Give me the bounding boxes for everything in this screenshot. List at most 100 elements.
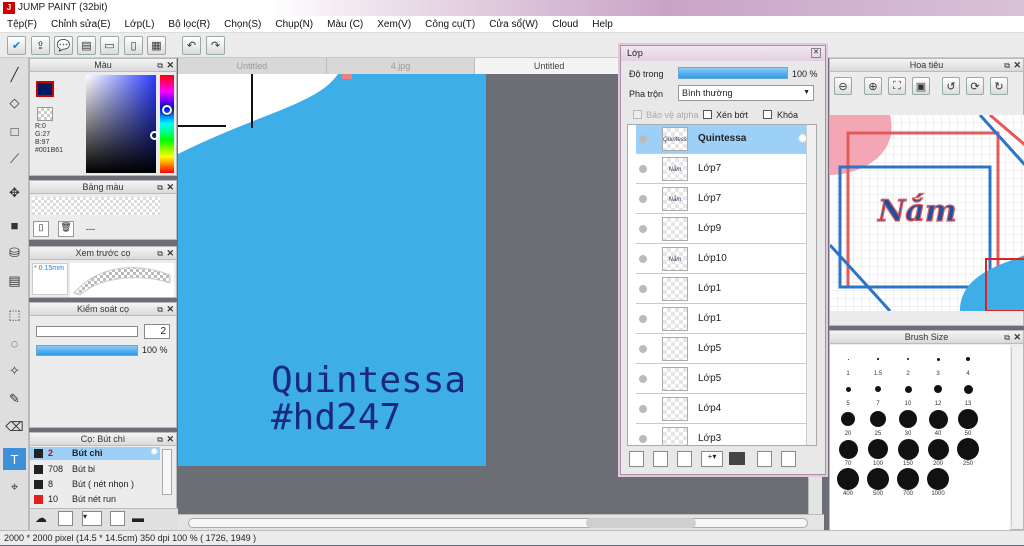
- new-text-layer-icon[interactable]: [677, 451, 692, 467]
- folder-icon[interactable]: ▬: [132, 511, 144, 525]
- layer-item[interactable]: Lớp9: [636, 215, 812, 244]
- tab-untitled-2[interactable]: Untitled: [475, 58, 625, 74]
- brush-size-preset[interactable]: [877, 358, 879, 360]
- brush-size-preset[interactable]: [904, 385, 912, 393]
- hue-slider[interactable]: [160, 75, 174, 173]
- layer-item[interactable]: Lớp3: [636, 425, 812, 445]
- eye-icon[interactable]: [639, 165, 647, 173]
- layer-item[interactable]: Nắm Lớp10: [636, 245, 812, 274]
- eye-icon[interactable]: [639, 345, 647, 353]
- tab-4jpg[interactable]: 4.jpg: [327, 58, 476, 74]
- protect-alpha-checkbox[interactable]: [633, 110, 642, 119]
- line-tool-icon[interactable]: ⟋: [3, 148, 26, 170]
- close-icon[interactable]: ✕: [166, 303, 174, 316]
- bucket-tool-icon[interactable]: ⛁: [3, 242, 26, 264]
- menu-tools[interactable]: Công cụ(T): [418, 19, 482, 30]
- close-icon[interactable]: ✕: [1013, 331, 1021, 344]
- eye-icon[interactable]: [639, 315, 647, 323]
- page-icon[interactable]: ▯: [124, 36, 143, 55]
- brush-size-preset[interactable]: [957, 438, 979, 460]
- layer-item[interactable]: Nắm Lớp7: [636, 185, 812, 214]
- brush-size-preset[interactable]: [899, 410, 917, 428]
- restore-icon[interactable]: ⧉: [157, 59, 163, 72]
- close-icon[interactable]: ✕: [166, 433, 174, 446]
- brush-size-preset[interactable]: [847, 358, 849, 360]
- brush-size-preset[interactable]: [963, 384, 973, 394]
- brush-opacity-slider[interactable]: [36, 345, 138, 356]
- layer-item[interactable]: Quintessa Quintessa ✹: [636, 125, 812, 154]
- layer-item[interactable]: Lớp5: [636, 335, 812, 364]
- brush-size-preset[interactable]: [936, 357, 940, 361]
- canvas-horizontal-scrollbar[interactable]: [178, 514, 824, 530]
- new-layer-icon[interactable]: [629, 451, 644, 467]
- select-pen-tool-icon[interactable]: ✎: [3, 388, 26, 410]
- brush-size-input[interactable]: 2: [144, 324, 170, 339]
- clip-checkbox[interactable]: [703, 110, 712, 119]
- brush-cloud-icon[interactable]: ☁: [35, 511, 47, 525]
- marquee-tool-icon[interactable]: ⬚: [3, 304, 26, 326]
- comment-icon[interactable]: ▤: [77, 36, 96, 55]
- menu-help[interactable]: Help: [585, 19, 620, 30]
- actual-size-icon[interactable]: ▣: [912, 77, 930, 95]
- speech-bubble-icon[interactable]: 💬: [54, 36, 73, 55]
- brush-size-preset[interactable]: [868, 439, 888, 459]
- restore-icon[interactable]: ⧉: [157, 303, 163, 316]
- gradient-tool-icon[interactable]: ▤: [3, 270, 26, 292]
- eye-icon[interactable]: [639, 405, 647, 413]
- brush-size-preset[interactable]: [867, 468, 889, 490]
- duplicate-layer-icon[interactable]: [757, 451, 772, 467]
- close-icon[interactable]: ✕: [811, 48, 821, 58]
- brush-name[interactable]: Bút ( nét nhọn ): [72, 479, 134, 489]
- menu-edit[interactable]: Chỉnh sửa(E): [44, 19, 118, 30]
- brush-name[interactable]: Bút bi: [72, 464, 95, 474]
- menu-cloud[interactable]: Cloud: [545, 19, 585, 30]
- undo-icon[interactable]: ↶: [182, 36, 201, 55]
- saturation-value-picker[interactable]: [86, 75, 156, 173]
- brush-size-preset[interactable]: [897, 468, 919, 490]
- brush-size-preset[interactable]: [838, 439, 858, 459]
- brush-size-preset[interactable]: [927, 438, 949, 460]
- brush-size-preset[interactable]: [841, 412, 855, 426]
- new-swatch-icon[interactable]: ▯: [33, 221, 49, 237]
- zoom-out-icon[interactable]: ⊖: [834, 77, 852, 95]
- gear-icon[interactable]: ✹: [150, 447, 158, 458]
- eye-icon[interactable]: [639, 255, 647, 263]
- swatch-grid[interactable]: [32, 197, 160, 215]
- copy-brush-icon[interactable]: ▾: [82, 511, 102, 526]
- menu-capture[interactable]: Chụp(N): [268, 19, 320, 30]
- restore-icon[interactable]: ⧉: [157, 247, 163, 260]
- scrollbar-thumb[interactable]: [586, 518, 696, 528]
- fit-icon[interactable]: ⛶: [888, 77, 906, 95]
- move-tool-icon[interactable]: ✥: [3, 182, 26, 204]
- fill-rect-tool-icon[interactable]: ■: [3, 214, 26, 236]
- layer-item[interactable]: Lớp5: [636, 365, 812, 394]
- eye-icon[interactable]: [639, 135, 647, 143]
- transparent-swatch[interactable]: [37, 107, 53, 121]
- menu-filter[interactable]: Bộ lọc(R): [161, 19, 217, 30]
- eye-icon[interactable]: [639, 225, 647, 233]
- close-icon[interactable]: ✕: [1013, 59, 1021, 72]
- layer-item[interactable]: Lớp4: [636, 395, 812, 424]
- grid-icon[interactable]: ▦: [147, 36, 166, 55]
- new-raster-layer-icon[interactable]: [653, 451, 668, 467]
- close-icon[interactable]: ✕: [166, 181, 174, 194]
- redo-icon[interactable]: ↷: [206, 36, 225, 55]
- blend-mode-select[interactable]: Bình thường ▼: [678, 85, 814, 101]
- foreground-color-swatch[interactable]: [36, 81, 54, 97]
- brush-size-preset[interactable]: [928, 409, 948, 429]
- brush-name[interactable]: Bút nét run: [72, 494, 116, 504]
- close-icon[interactable]: ✕: [166, 247, 174, 260]
- brush-size-preset[interactable]: [845, 386, 851, 392]
- brush-size-slider[interactable]: [36, 326, 138, 337]
- eye-icon[interactable]: [639, 375, 647, 383]
- restore-icon[interactable]: ⧉: [1004, 331, 1010, 344]
- menu-color[interactable]: Màu (C): [320, 19, 370, 30]
- eye-icon[interactable]: [639, 195, 647, 203]
- color-picker-handle[interactable]: [150, 131, 159, 140]
- menu-layer[interactable]: Lớp(L): [118, 19, 162, 30]
- rotate-right-icon[interactable]: ↻: [990, 77, 1008, 95]
- brush-size-scrollbar[interactable]: [1011, 347, 1023, 527]
- brush-settings-icon[interactable]: [110, 511, 125, 526]
- rotate-left-icon[interactable]: ↺: [942, 77, 960, 95]
- brush-size-preset[interactable]: [934, 385, 942, 393]
